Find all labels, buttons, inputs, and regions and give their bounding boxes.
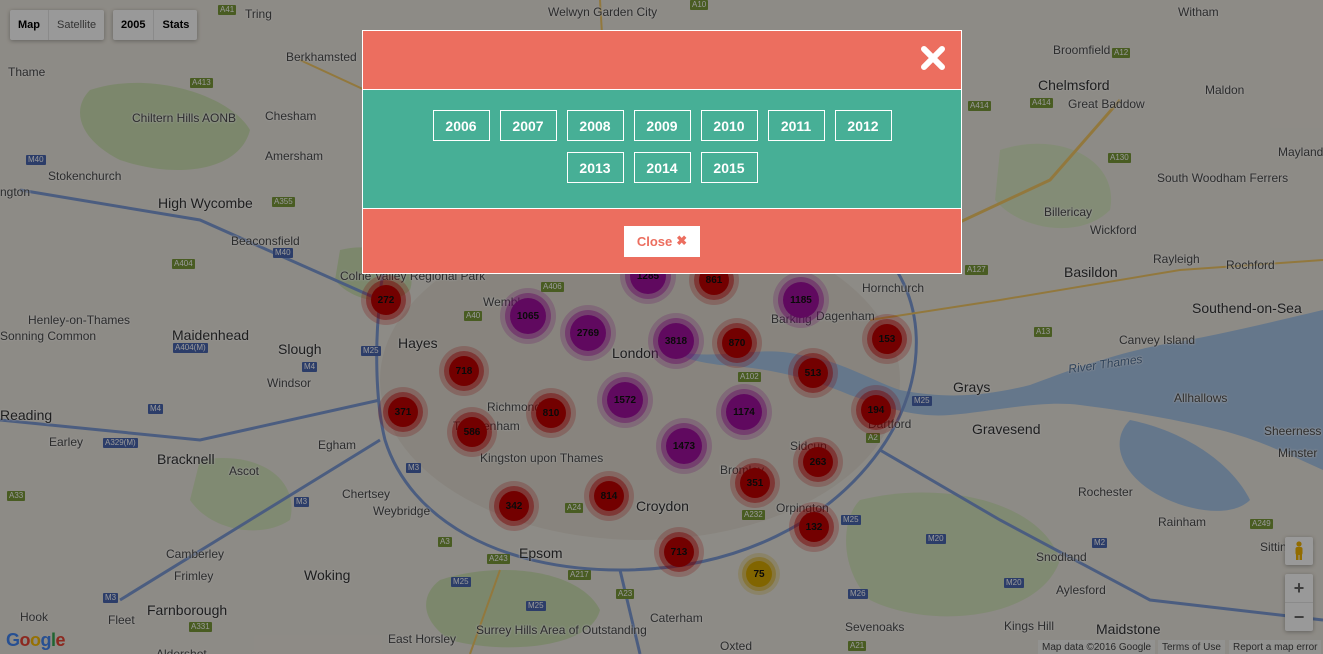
year-button-2013[interactable]: 2013 [566, 152, 624, 183]
close-icon[interactable] [919, 44, 947, 72]
close-button-label: Close [636, 233, 673, 249]
close-x-icon: ✖ [676, 233, 688, 248]
modal-footer: Close ✖ [363, 209, 961, 273]
year-button-2014[interactable]: 2014 [633, 152, 691, 183]
year-picker-modal: 2006 2007 2008 2009 2010 2011 2012 2013 2014 201… [362, 30, 962, 274]
modal-header [363, 31, 961, 90]
year-button-2006[interactable]: 2006 [432, 110, 490, 141]
year-row-2: 2013 2014 2015 [363, 152, 961, 183]
year-row-1: 2006 2007 2008 2009 2010 2011 2012 [363, 110, 961, 141]
year-button-2008[interactable]: 2008 [566, 110, 624, 141]
year-button-2007[interactable]: 2007 [499, 110, 557, 141]
year-button-2009[interactable]: 2009 [633, 110, 691, 141]
year-button-2011[interactable]: 2011 [767, 110, 825, 141]
year-button-panel: 2006 2007 2008 2009 2010 2011 2012 2013 2014 201… [363, 90, 961, 209]
year-button-2015[interactable]: 2015 [700, 152, 758, 183]
close-button[interactable]: Close ✖ [623, 225, 701, 257]
year-button-2012[interactable]: 2012 [834, 110, 892, 141]
year-button-2010[interactable]: 2010 [700, 110, 758, 141]
